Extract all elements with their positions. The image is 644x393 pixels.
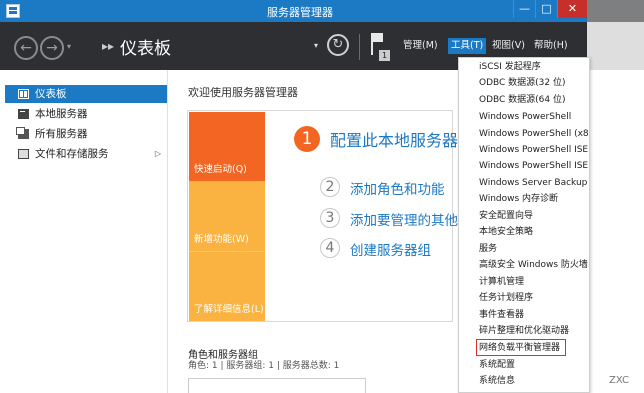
roles-tile[interactable] [188, 378, 366, 393]
menu-help[interactable]: 帮助(H) [531, 38, 571, 54]
dashboard-icon [18, 89, 29, 99]
menu-item-iscsi[interactable]: iSCSI 发起程序 [479, 59, 589, 75]
menu-item-memory-diagnostic[interactable]: Windows 内存诊断 [479, 191, 589, 207]
tile-whats-new[interactable]: 新增功能(W) [189, 181, 265, 251]
tile-quick-start[interactable]: 快速启动(Q) [189, 112, 265, 181]
step-number-badge: 3 [320, 208, 340, 228]
refresh-dropdown-icon[interactable]: ▾ [314, 41, 318, 50]
highlight-box [476, 339, 566, 356]
menu-item-computer-management[interactable]: 计算机管理 [479, 274, 589, 290]
step-link-add-roles[interactable]: 添加角色和功能 [350, 178, 445, 198]
close-button[interactable]: ✕ [557, 0, 587, 18]
expand-arrow-icon[interactable]: ▷ [155, 145, 161, 163]
sidebar-item-label: 本地服务器 [35, 108, 88, 120]
menu-item-odbc64[interactable]: ODBC 数据源(64 位) [479, 92, 589, 108]
title-bar: 服务器管理器 — □ ✕ [0, 0, 644, 22]
menu-item-powershell-ise-x86[interactable]: Windows PowerShell ISE (x86) [479, 158, 589, 174]
sidebar-item-label: 文件和存储服务 [35, 148, 109, 160]
servers-icon [16, 127, 29, 139]
menu-item-odbc32[interactable]: ODBC 数据源(32 位) [479, 75, 589, 91]
minimize-button[interactable]: — [513, 0, 535, 18]
notification-count-badge: 1 [379, 50, 390, 61]
menu-manage[interactable]: 管理(M) [400, 38, 441, 54]
menu-item-security-wizard[interactable]: 安全配置向导 [479, 208, 589, 224]
menu-item-powershell-x86[interactable]: Windows PowerShell (x86) [479, 126, 589, 142]
sidebar-item-all-servers[interactable]: 所有服务器 [5, 125, 167, 143]
server-icon [18, 109, 29, 119]
history-dropdown-icon[interactable]: ▾ [67, 42, 71, 51]
background-strip [587, 22, 644, 70]
header-divider [359, 34, 360, 60]
refresh-icon[interactable]: ↻ [327, 34, 349, 56]
storage-icon [18, 149, 29, 159]
sidebar-item-file-storage[interactable]: 文件和存储服务 ▷ [5, 145, 167, 163]
menu-item-event-viewer[interactable]: 事件查看器 [479, 307, 589, 323]
maximize-button[interactable]: □ [535, 0, 557, 18]
roles-summary: 角色: 1 | 服务器组: 1 | 服务器总数: 1 [188, 361, 340, 371]
menu-item-system-info[interactable]: 系统信息 [479, 373, 589, 389]
sidebar-item-dashboard[interactable]: 仪表板 [5, 85, 167, 103]
tile-label: 新增功能(W) [194, 234, 249, 245]
background-strip [590, 70, 644, 393]
welcome-title: 欢迎使用服务器管理器 [188, 86, 298, 99]
menu-item-powershell-ise[interactable]: Windows PowerShell ISE [479, 142, 589, 158]
sidebar: 仪表板 本地服务器 所有服务器 文件和存储服务 ▷ [0, 70, 168, 393]
background-strip [587, 0, 644, 22]
sidebar-item-label: 所有服务器 [35, 128, 88, 140]
menu-item-server-backup[interactable]: Windows Server Backup [479, 175, 589, 191]
sidebar-item-label: 仪表板 [35, 88, 67, 100]
menu-item-firewall[interactable]: 高级安全 Windows 防火墙 [479, 257, 589, 273]
menu-item-system-config[interactable]: 系统配置 [479, 357, 589, 373]
forward-arrow-icon[interactable]: → [40, 36, 64, 60]
step-number-badge: 1 [294, 126, 320, 152]
menu-view[interactable]: 视图(V) [489, 38, 528, 54]
breadcrumb-chevron-icon: ▸▸ [102, 39, 115, 53]
menu-item-services[interactable]: 服务 [479, 241, 589, 257]
menu-tools[interactable]: 工具(T) [448, 38, 487, 54]
watermark: ZXC [609, 375, 629, 386]
menu-item-powershell[interactable]: Windows PowerShell [479, 109, 589, 125]
tile-label: 快速启动(Q) [194, 164, 247, 175]
sidebar-item-local-server[interactable]: 本地服务器 [5, 105, 167, 123]
step-link-configure-local-server[interactable]: 配置此本地服务器 [330, 127, 458, 151]
tile-label: 了解详细信息(L) [194, 304, 264, 315]
menu-item-task-scheduler[interactable]: 任务计划程序 [479, 290, 589, 306]
step-number-badge: 4 [320, 238, 340, 258]
step-number-badge: 2 [320, 177, 340, 197]
window-title: 服务器管理器 [267, 6, 333, 19]
back-arrow-icon[interactable]: ← [14, 36, 38, 60]
tile-learn-more[interactable]: 了解详细信息(L) [189, 251, 265, 321]
page-title: 仪表板 [120, 39, 171, 59]
menu-item-defrag[interactable]: 碎片整理和优化驱动器 [479, 323, 589, 339]
menu-item-local-security-policy[interactable]: 本地安全策略 [479, 224, 589, 240]
step-link-create-server-group[interactable]: 创建服务器组 [350, 239, 431, 259]
